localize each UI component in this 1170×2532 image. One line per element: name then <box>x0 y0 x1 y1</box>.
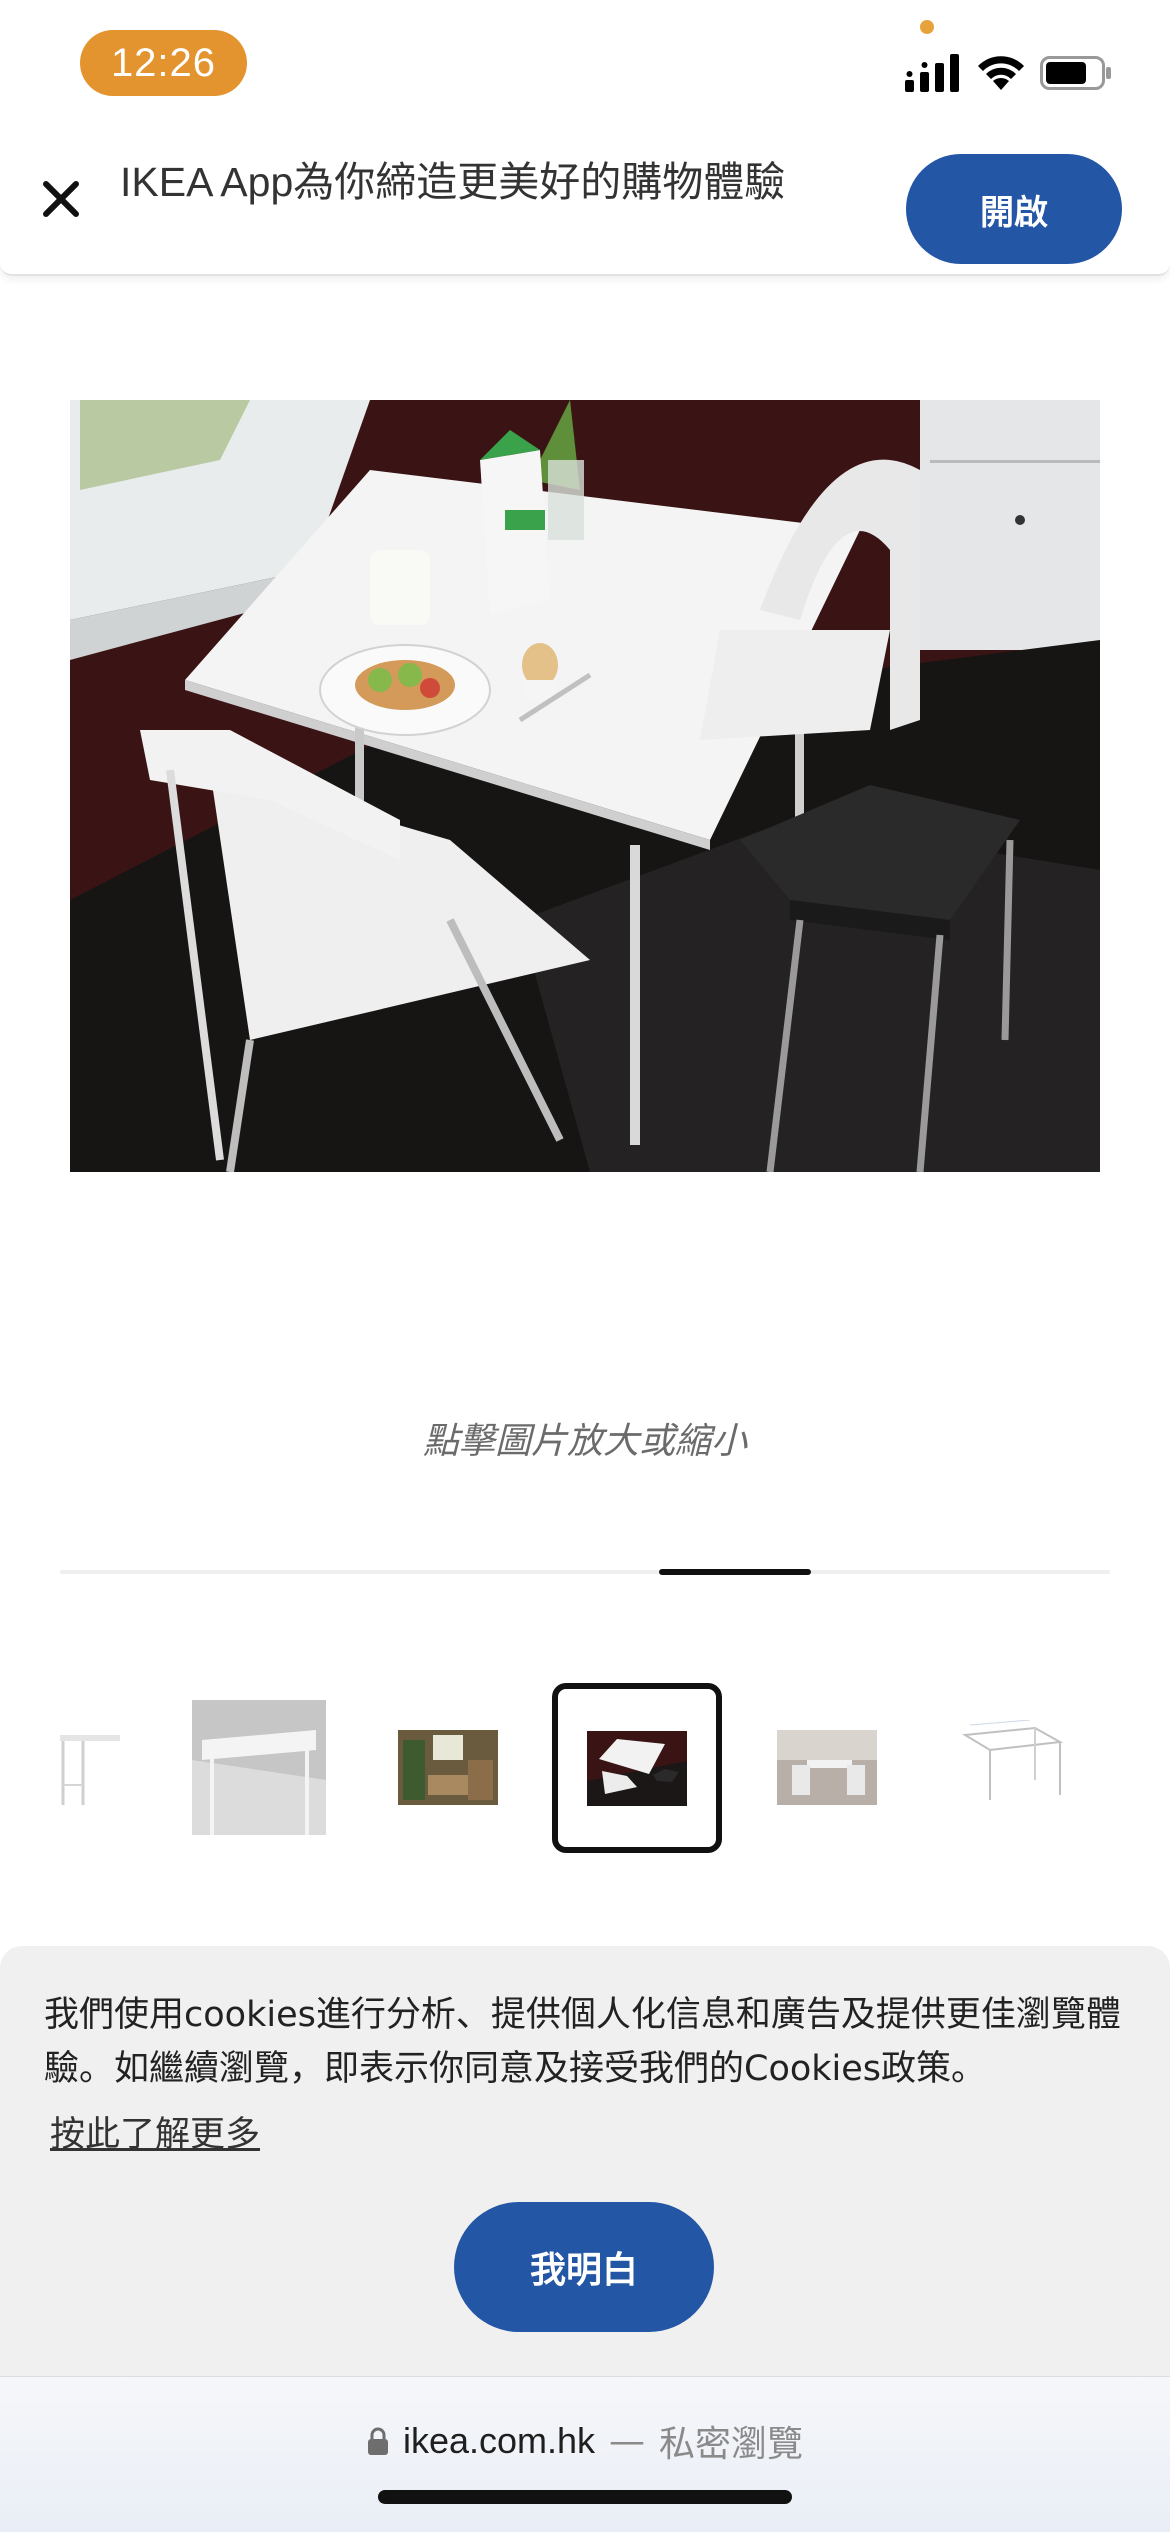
url-separator: — <box>609 2420 646 2462</box>
status-time: 12:26 <box>80 30 247 96</box>
banner-message: IKEA App為你締造更美好的購物體驗 <box>120 159 786 205</box>
thumbnail-6[interactable] <box>960 1720 1070 1815</box>
battery-icon <box>1040 56 1111 90</box>
url-row[interactable]: ikea.com.hk — 私密瀏覽 <box>0 2415 1170 2467</box>
status-bar: 12:26 <box>0 0 1170 135</box>
cookie-message: 我們使用cookies進行分析、提供個人化信息和廣告及提供更佳瀏覽體驗。如繼續瀏… <box>44 1995 1121 2089</box>
open-app-button[interactable]: 開啟 <box>906 154 1122 264</box>
url-text: ikea.com.hk <box>402 2420 596 2461</box>
gallery-scroll-thumb[interactable] <box>659 1569 811 1575</box>
product-main-image[interactable] <box>70 400 1100 1172</box>
home-indicator[interactable] <box>378 2490 792 2504</box>
gallery-scroll-track[interactable] <box>60 1570 1110 1574</box>
close-icon[interactable] <box>38 176 84 222</box>
cookie-notice: 我們使用cookies進行分析、提供個人化信息和廣告及提供更佳瀏覽體驗。如繼續瀏… <box>0 1946 1170 2376</box>
thumbnail-5[interactable] <box>777 1730 877 1805</box>
lock-icon <box>367 2427 388 2455</box>
browser-address-bar[interactable]: ikea.com.hk — 私密瀏覽 <box>0 2376 1170 2532</box>
app-download-banner: IKEA App為你締造更美好的購物體驗 開啟 <box>0 140 1170 276</box>
private-browsing-label: 私密瀏覽 <box>659 2424 804 2465</box>
privacy-indicator-dot <box>920 20 934 34</box>
thumbnail-strip <box>0 1680 1170 1860</box>
zoom-hint-text: 點擊圖片放大或縮小 <box>422 1421 747 1462</box>
thumbnail-2[interactable] <box>192 1700 326 1835</box>
accept-cookies-button[interactable]: 我明白 <box>454 2202 714 2332</box>
thumbnail-3[interactable] <box>398 1730 498 1805</box>
ikea-product-page: 12:26 IKEA App為你締造更美好的購物體驗 開啟 點擊圖片放大或縮小 … <box>0 0 1170 2532</box>
thumbnail-4-selected[interactable] <box>552 1683 722 1853</box>
wifi-icon <box>978 56 1024 90</box>
learn-more-link[interactable]: 按此了解更多 <box>50 2106 260 2157</box>
thumbnail-1[interactable] <box>55 1725 125 1815</box>
cellular-signal-icon <box>905 54 959 92</box>
